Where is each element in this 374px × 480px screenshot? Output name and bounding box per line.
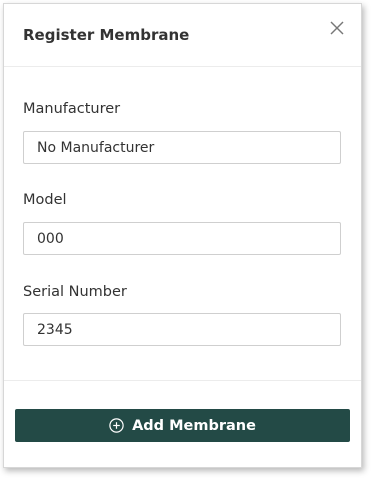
model-input[interactable] — [23, 222, 341, 255]
dialog-title: Register Membrane — [23, 26, 190, 44]
plus-circle-icon — [109, 418, 124, 433]
add-membrane-label: Add Membrane — [132, 417, 256, 434]
close-button[interactable] — [325, 16, 349, 40]
model-label: Model — [23, 192, 67, 208]
serial-number-input[interactable] — [23, 313, 341, 346]
serial-number-label: Serial Number — [23, 284, 127, 300]
close-icon — [330, 21, 344, 35]
manufacturer-label: Manufacturer — [23, 101, 121, 117]
register-membrane-dialog: Register Membrane Manufacturer Model Ser… — [3, 3, 362, 468]
add-membrane-button[interactable]: Add Membrane — [15, 409, 350, 442]
manufacturer-input[interactable] — [23, 131, 341, 164]
footer-divider — [4, 380, 361, 381]
dialog-header: Register Membrane — [4, 4, 361, 67]
